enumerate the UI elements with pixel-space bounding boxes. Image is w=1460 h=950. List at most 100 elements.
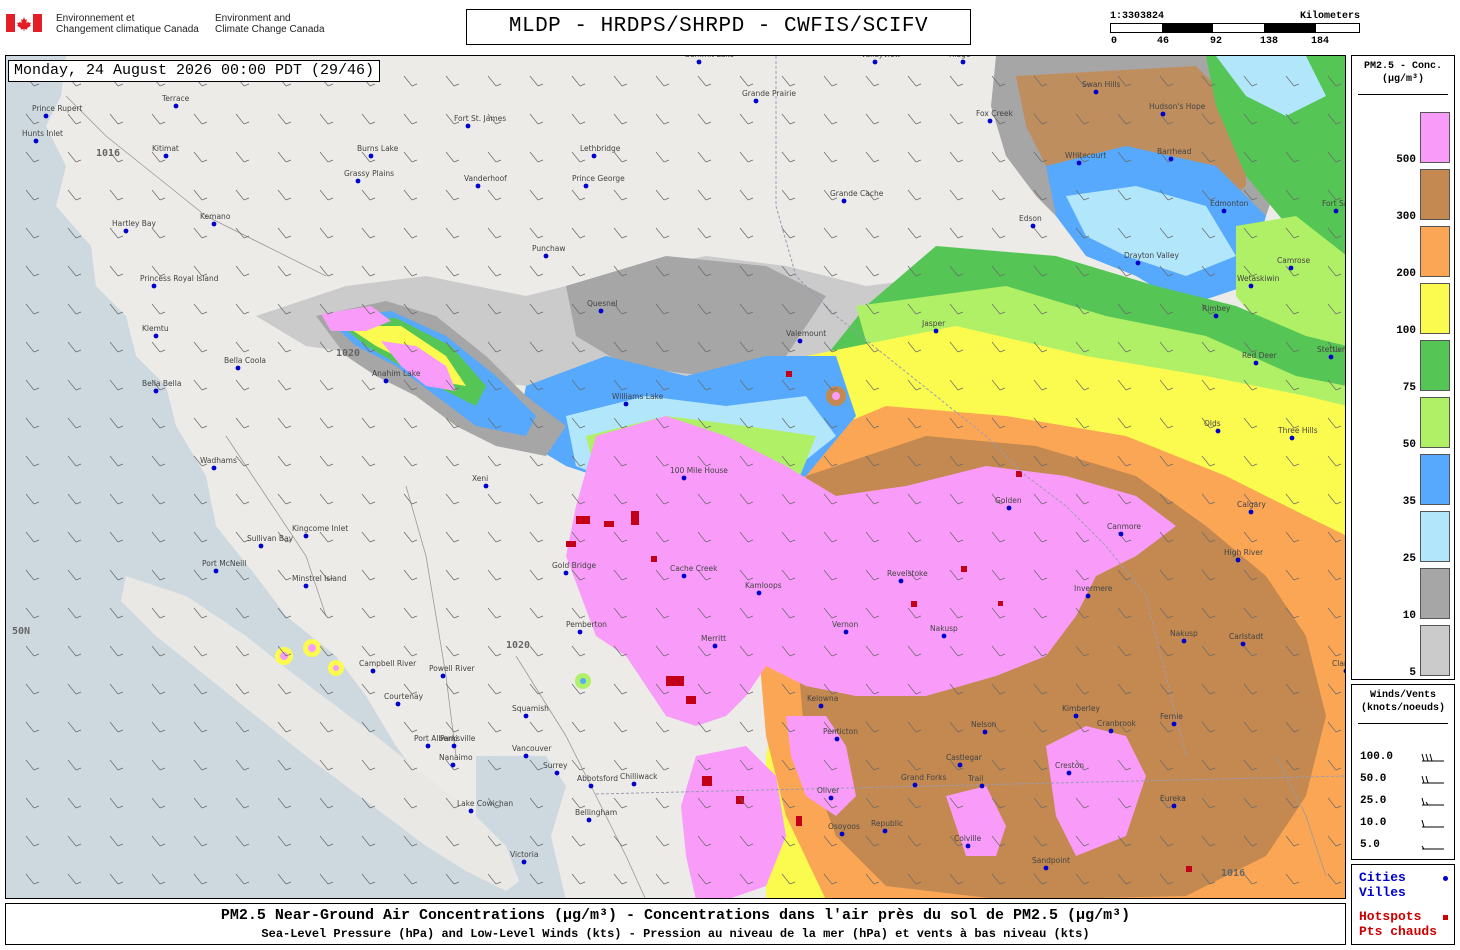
city-label: Barrhead [1157,147,1192,156]
legend-swatch-label: 500 [1396,154,1416,166]
city-marker [163,153,169,159]
city-label: Princess Royal Island [140,274,219,283]
legend-swatch-label: 50 [1402,439,1416,451]
city-marker [941,633,947,639]
city-label: Colville [954,834,982,843]
wind-barb-icon [1421,775,1444,784]
scale-ratio: 1:3303824 [1110,11,1165,22]
city-label: Edmonton [1210,199,1249,208]
city-marker [957,762,963,768]
map-caption: PM2.5 Near-Ground Air Concentrations (μg… [5,903,1346,945]
city-marker [1171,803,1177,809]
legend-swatch-label: 200 [1396,268,1416,280]
city-marker [818,703,824,709]
city-marker [841,198,847,204]
city-marker [370,668,376,674]
city-marker [1248,283,1254,289]
scale-tick: 0 [1110,36,1118,47]
city-marker [1085,593,1091,599]
city-marker [681,573,687,579]
legend-title: PM2.5 - Conc. (μg/m³) [1356,60,1450,86]
city-marker [1333,208,1339,214]
city-marker [1006,505,1012,511]
caption-line-1: PM2.5 Near-Ground Air Concentrations (μg… [220,907,1131,924]
city-marker [797,338,803,344]
city-label: Osoyoos [828,822,860,831]
city-marker [982,729,988,735]
city-marker [1043,865,1049,871]
city-marker [450,762,456,768]
city-label: Golden [995,496,1022,505]
forecast-timestamp: Monday, 24 August 2026 00:00 PDT (29/46) [8,60,381,82]
city-marker [43,113,49,119]
city-label: Invermere [1074,584,1113,593]
city-label: Stettler [1317,345,1346,354]
wind-speed-label: 100.0 [1360,751,1394,763]
city-label: Summit Lake [685,56,734,59]
city-marker [425,743,431,749]
city-label: Fort Saskatchewan [1322,199,1346,208]
city-label: Vernon [832,620,858,629]
city-label: Minstrel Island [292,574,347,583]
city-label: Kamloops [745,581,782,590]
scale-ticks: 0 46 92 138 184 [1110,36,1360,48]
city-marker [1215,428,1221,434]
wind-legend: Winds/Vents (knots/noeuds) 100.0 50.0 25.0… [1351,684,1455,860]
map-viewport[interactable]: 50N 1016 1020 1020 1016 Prince Rupert Ter… [5,55,1346,899]
city-marker [303,533,309,539]
scale-tick: 46 [1156,36,1170,47]
city-label: Punchaw [532,244,566,253]
city-marker [872,59,878,65]
city-marker [898,578,904,584]
city-marker [681,475,687,481]
city-label: Castlegar [946,753,983,762]
city-marker [213,568,219,574]
city-label: Edson [1019,214,1042,223]
city-label: Xeni [472,474,488,483]
city-marker [235,365,241,371]
city-marker [483,483,489,489]
city-label: Kitimat [152,144,179,153]
city-label: Whitecourt [1065,151,1106,160]
scale-bar: 1:3303824 Kilometers 0 46 92 138 184 [1110,10,1360,50]
city-label: Nakusp [930,624,958,633]
city-label: Fernie [1160,712,1183,721]
cities-key: Cities Villes [1359,870,1406,900]
city-marker [153,333,159,339]
wind-legend-title: Winds/Vents (knots/noeuds) [1354,689,1452,715]
city-label: Grande Prairie [742,89,796,98]
city-marker [521,859,527,865]
city-marker [303,583,309,589]
city-marker [123,228,129,234]
city-marker [960,59,966,65]
city-label: Lake Cowichan [457,799,513,808]
city-label: Campbell River [359,659,417,668]
city-label: Cranbrook [1097,719,1137,728]
city-marker [1160,111,1166,117]
city-marker [1168,156,1174,162]
legend-swatch-label: 300 [1396,211,1416,223]
city-marker [843,629,849,635]
city-marker [834,736,840,742]
legend-swatch-label: 75 [1402,382,1416,394]
city-label: Terrace [161,94,190,103]
city-marker [598,308,604,314]
city-label: Quesnel [587,299,618,308]
wind-speed-label: 10.0 [1360,817,1387,829]
city-label: Revelstoke [887,569,928,578]
scale-tick: 184 [1310,36,1330,47]
city-marker [395,701,401,707]
city-marker [475,183,481,189]
legend-title-line-2: (μg/m³) [1381,74,1424,85]
isobar-label: 1016 [1221,868,1245,879]
cities-key-line-1: Cities [1359,870,1406,885]
city-marker [882,828,888,834]
legend-swatch [1420,226,1450,277]
org-fr-line-1: Environnement et [56,13,135,24]
org-fr-line-2: Changement climatique Canada [56,24,199,35]
city-marker [1240,641,1246,647]
wind-barb-icon [1421,797,1444,806]
wind-row: 100.0 [1360,751,1450,767]
city-label: Valemount [786,329,826,338]
city-label: Olds [1204,419,1221,428]
